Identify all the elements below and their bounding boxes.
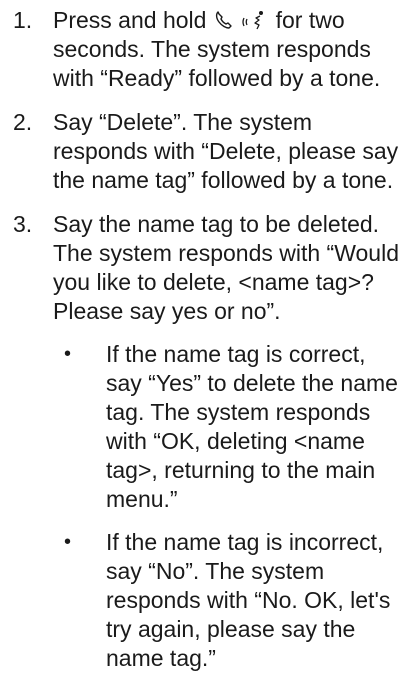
phone-handset-icon xyxy=(213,9,235,31)
bullet-text: If the name tag is correct, say “Yes” to… xyxy=(106,341,398,512)
step-1: 1. Press and hold for two seconds. The s… xyxy=(0,6,408,93)
bullet-text: If the name tag is incorrect, say “No”. … xyxy=(106,529,391,671)
step-text-before-icons: Press and hold xyxy=(53,7,213,33)
bullet-item: • If the name tag is incorrect, say “No”… xyxy=(53,528,400,673)
bullet-item: • If the name tag is correct, say “Yes” … xyxy=(53,340,400,514)
step-text: Say the name tag to be deleted. The syst… xyxy=(53,211,399,324)
instruction-list: 1. Press and hold for two seconds. The s… xyxy=(0,6,408,688)
step-number: 3. xyxy=(13,211,33,237)
bullet-marker: • xyxy=(64,531,72,553)
voice-command-icon xyxy=(241,9,269,31)
step-number: 1. xyxy=(13,7,33,33)
step-2: 2. Say “Delete”. The system responds wit… xyxy=(0,108,408,195)
step-text: Say “Delete”. The system responds with “… xyxy=(53,109,399,193)
step-3: 3. Say the name tag to be deleted. The s… xyxy=(0,210,408,673)
bullet-marker: • xyxy=(64,343,72,365)
step-number: 2. xyxy=(13,109,33,135)
step-text: Press and hold for two seconds. The syst… xyxy=(53,6,400,93)
bullet-list: • If the name tag is correct, say “Yes” … xyxy=(53,340,400,673)
